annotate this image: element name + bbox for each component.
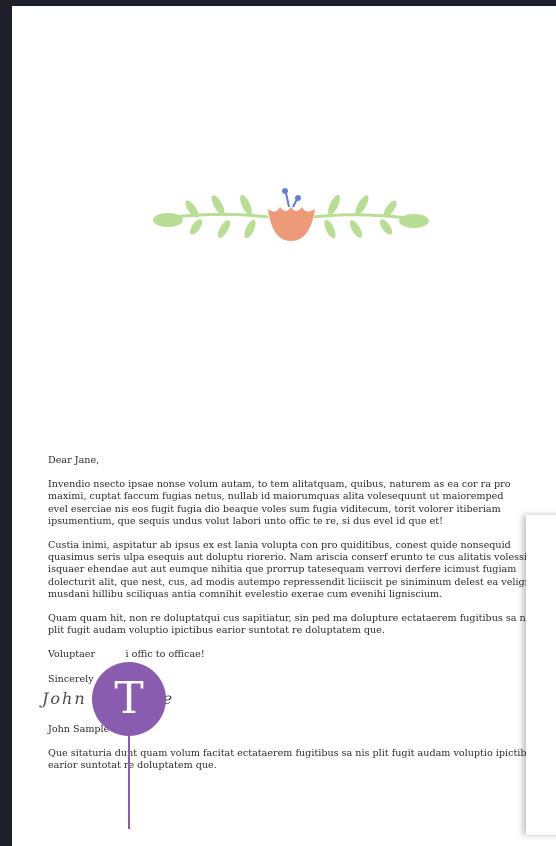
paragraph-3: Quam quam hit, non re doluptatqui cus sa… [48, 613, 534, 637]
floral-vine-icon [153, 188, 429, 241]
postscript: Que sitaturia dunt quam volum facitat ec… [48, 748, 533, 772]
greeting: Dear Jane, [48, 455, 100, 466]
overlapping-page-panel [526, 515, 556, 835]
text-cursor-line [128, 735, 130, 829]
paragraph-4: Voluptaer i offic to officae! [48, 649, 205, 661]
text-tool-icon[interactable]: T [92, 662, 166, 736]
paragraph-2: Custia inimi, aspitatur ab ipsus ex est … [48, 540, 531, 600]
paragraph-1: Invendio nsecto ipsae nonse volum autam,… [48, 479, 511, 527]
